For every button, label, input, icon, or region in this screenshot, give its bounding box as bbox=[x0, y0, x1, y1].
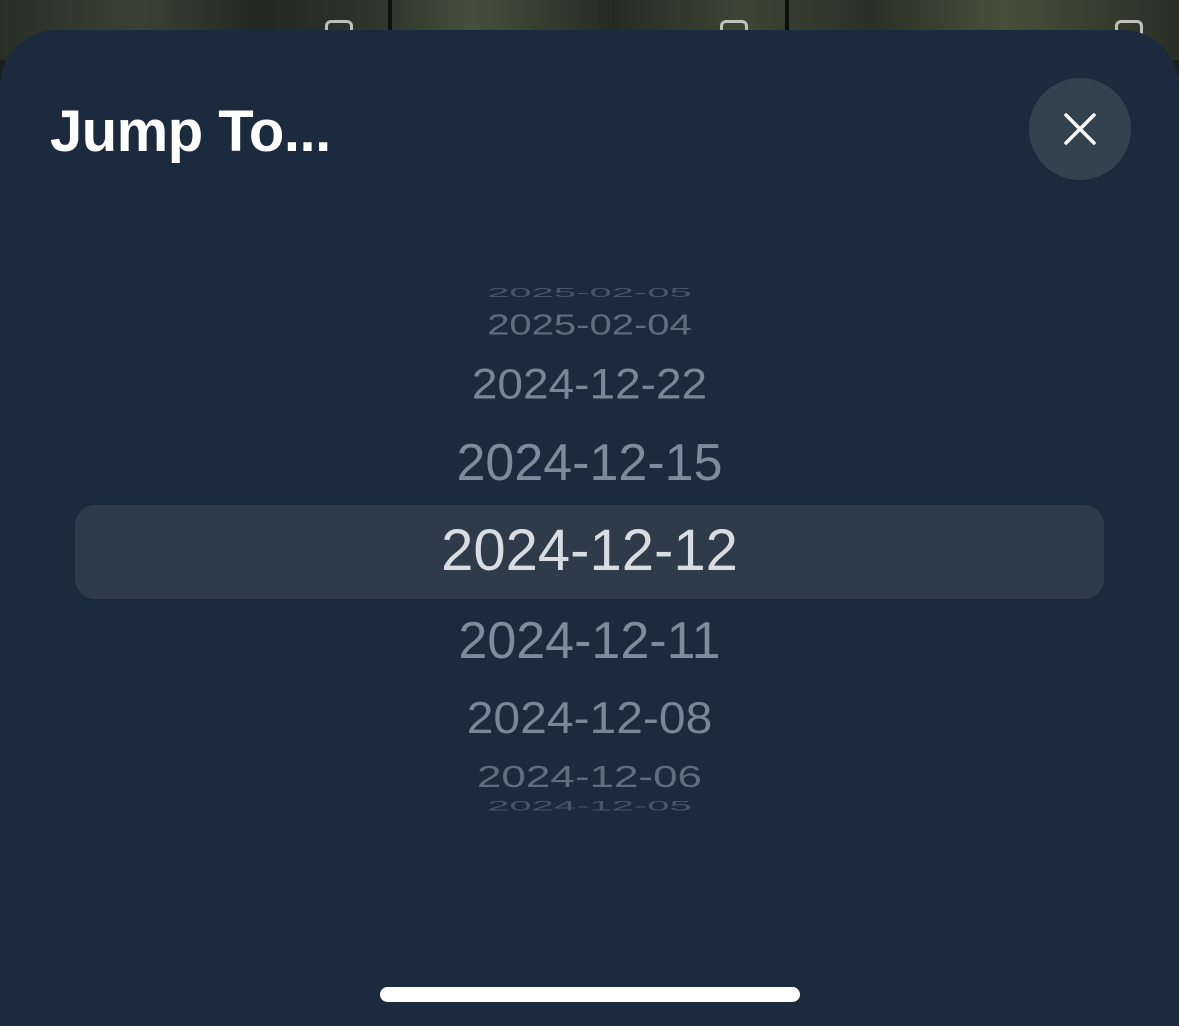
sheet-title: Jump To... bbox=[50, 99, 331, 164]
picker-row[interactable]: 2024-12-08 bbox=[0, 696, 1179, 741]
home-indicator[interactable] bbox=[380, 987, 800, 1002]
picker-row[interactable]: 2024-12-22 bbox=[0, 363, 1179, 405]
picker-row[interactable]: 2024-12-06 bbox=[0, 761, 1179, 793]
close-icon bbox=[1064, 113, 1096, 145]
picker-row[interactable]: 2024-12-05 bbox=[0, 799, 1179, 813]
picker-row[interactable]: 2024-12-11 bbox=[0, 615, 1179, 667]
close-button[interactable] bbox=[1029, 78, 1131, 180]
picker-row[interactable]: 2024-12-15 bbox=[0, 437, 1179, 489]
picker-row[interactable]: 2025-02-04 bbox=[0, 311, 1179, 340]
picker-row[interactable]: 2025-02-05 bbox=[0, 287, 1179, 300]
picker-row-selected[interactable]: 2024-12-12 bbox=[0, 522, 1179, 580]
